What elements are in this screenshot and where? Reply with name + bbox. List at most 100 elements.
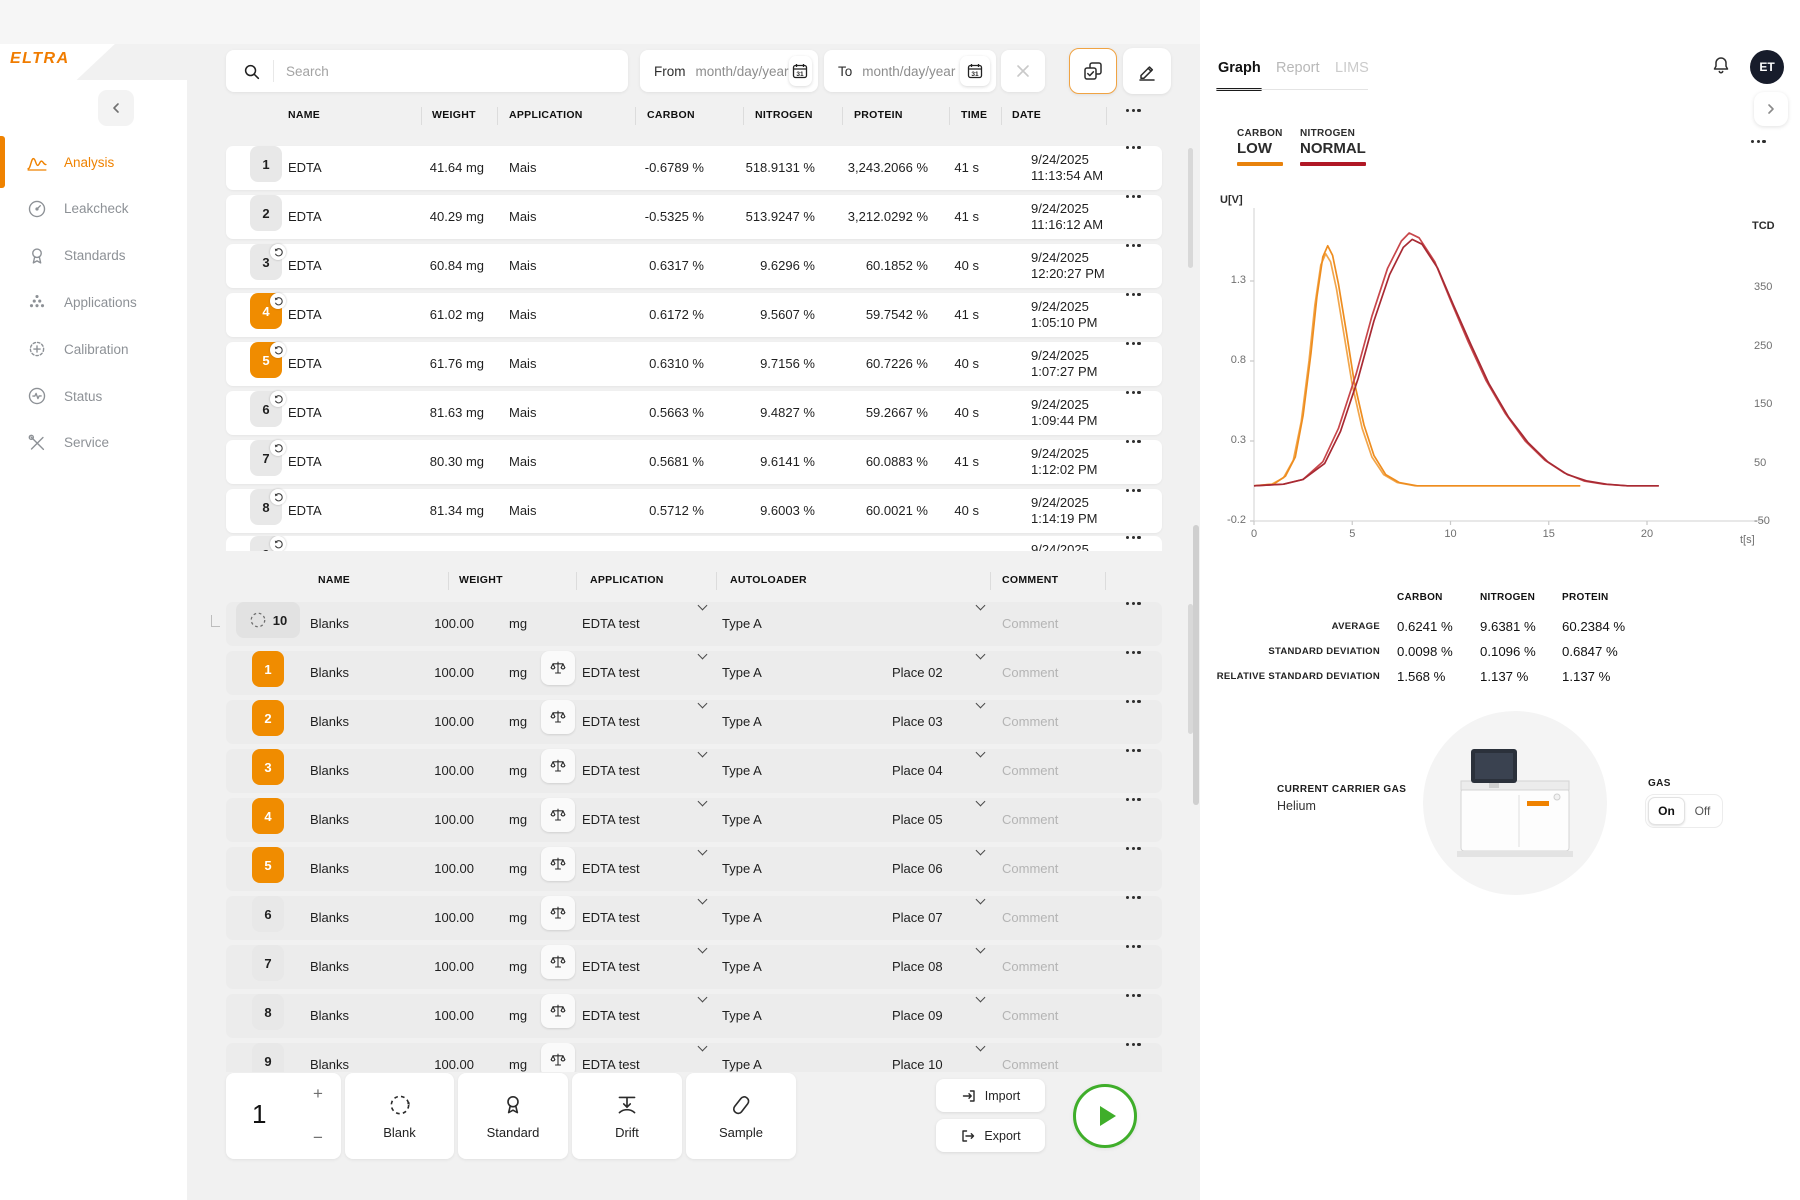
chevron-down-icon[interactable] <box>976 895 986 905</box>
chevron-down-icon[interactable] <box>976 797 986 807</box>
queue-row[interactable]: 9 Blanks 100.00 mg EDTA test Type A Plac… <box>226 1043 1162 1072</box>
sidebar-item-leakcheck[interactable]: Leakcheck <box>0 189 187 229</box>
application-select-value[interactable]: EDTA test <box>582 847 640 891</box>
place-select-value[interactable]: Place 06 <box>892 847 943 891</box>
table-row[interactable]: 8 EDTA 81.34 mg Mais 0.5712 % 9.6003 % 6… <box>226 489 1162 533</box>
table-row[interactable]: 7 EDTA 80.30 mg Mais 0.5681 % 9.6141 % 6… <box>226 440 1162 484</box>
chevron-down-icon[interactable] <box>698 944 708 954</box>
comment-input[interactable] <box>1002 756 1117 786</box>
balance-scale-button[interactable] <box>541 749 575 783</box>
date-from-value[interactable]: month/day/year <box>696 64 789 79</box>
place-select-value[interactable]: Place 02 <box>892 651 943 695</box>
comment-input[interactable] <box>1002 952 1117 982</box>
sample-counter-stepper[interactable]: 1 + − <box>226 1073 341 1159</box>
gas-off-button[interactable]: Off <box>1685 797 1720 825</box>
application-select-value[interactable]: EDTA test <box>582 1043 640 1072</box>
queue-row[interactable]: 7 Blanks 100.00 mg EDTA test Type A Plac… <box>226 945 1162 989</box>
tab-report[interactable]: Report <box>1276 60 1320 76</box>
application-select-value[interactable]: EDTA test <box>582 994 640 1038</box>
row-menu-icon[interactable] <box>1126 700 1141 703</box>
row-menu-icon[interactable] <box>1126 798 1141 801</box>
chevron-down-icon[interactable] <box>698 650 708 660</box>
chevron-down-icon[interactable] <box>698 797 708 807</box>
queue-number-badge[interactable]: 1 <box>252 651 284 687</box>
chevron-down-icon[interactable] <box>976 699 986 709</box>
place-select-value[interactable]: Place 10 <box>892 1043 943 1072</box>
table-row[interactable]: 1 EDTA 41.64 mg Mais -0.6789 % 518.9131 … <box>226 146 1162 190</box>
sidebar-item-status[interactable]: Status <box>0 376 187 416</box>
panel-collapse-button[interactable] <box>1754 92 1788 126</box>
row-menu-icon[interactable] <box>1126 146 1141 149</box>
queue-row[interactable]: 6 Blanks 100.00 mg EDTA test Type A Plac… <box>226 896 1162 940</box>
date-from-field[interactable]: From month/day/year 31 <box>640 50 818 92</box>
sidebar-collapse-button[interactable] <box>98 90 134 126</box>
clear-filter-button[interactable] <box>1001 50 1045 92</box>
date-to-value[interactable]: month/day/year <box>862 64 960 79</box>
balance-scale-button[interactable] <box>541 798 575 832</box>
search-bar[interactable] <box>226 50 628 92</box>
row-menu-icon[interactable] <box>1126 602 1141 605</box>
chevron-down-icon[interactable] <box>976 601 986 611</box>
results-scrollbar[interactable] <box>1188 148 1193 268</box>
date-to-field[interactable]: To month/day/year 31 <box>824 50 996 92</box>
autoloader-select-value[interactable]: Type A <box>722 602 762 646</box>
chevron-down-icon[interactable] <box>698 1043 708 1051</box>
chevron-down-icon[interactable] <box>698 699 708 709</box>
table-row[interactable]: 6 EDTA 81.63 mg Mais 0.5663 % 9.4827 % 5… <box>226 391 1162 435</box>
sidebar-item-calibration[interactable]: Calibration <box>0 329 187 369</box>
application-select-value[interactable]: EDTA test <box>582 945 640 989</box>
sidebar-item-standards[interactable]: Standards <box>0 236 187 276</box>
chevron-down-icon[interactable] <box>698 895 708 905</box>
queue-number-badge[interactable]: 2 <box>252 700 284 736</box>
application-select-value[interactable]: EDTA test <box>582 896 640 940</box>
row-menu-icon[interactable] <box>1126 847 1141 850</box>
comment-input[interactable] <box>1002 805 1117 835</box>
queue-number-badge[interactable]: 8 <box>252 994 284 1030</box>
balance-scale-button[interactable] <box>541 847 575 881</box>
application-select-value[interactable]: EDTA test <box>582 651 640 695</box>
application-select-value[interactable]: EDTA test <box>582 602 640 646</box>
chevron-down-icon[interactable] <box>976 1043 986 1051</box>
sidebar-item-analysis[interactable]: Analysis <box>0 142 187 182</box>
sample-button[interactable]: Sample <box>686 1073 796 1159</box>
group-counter-badge[interactable]: 10 <box>236 602 300 638</box>
user-avatar[interactable]: ET <box>1750 50 1784 84</box>
decrement-button[interactable]: − <box>305 1125 331 1151</box>
comment-input[interactable] <box>1002 609 1117 639</box>
comment-input[interactable] <box>1002 903 1117 933</box>
start-analysis-button[interactable] <box>1073 1084 1137 1148</box>
row-menu-icon[interactable] <box>1126 440 1141 443</box>
chevron-down-icon[interactable] <box>698 846 708 856</box>
chevron-down-icon[interactable] <box>698 748 708 758</box>
balance-scale-button[interactable] <box>541 945 575 979</box>
table-row[interactable]: 9 EDTA 9/24/2025 <box>226 536 1162 551</box>
queue-row[interactable]: 8 Blanks 100.00 mg EDTA test Type A Plac… <box>226 994 1162 1038</box>
place-select-value[interactable]: Place 09 <box>892 994 943 1038</box>
graph-menu-icon[interactable] <box>1751 140 1766 143</box>
row-number-badge[interactable]: 1 <box>250 146 282 182</box>
place-select-value[interactable]: Place 04 <box>892 749 943 793</box>
signature-button[interactable] <box>1123 48 1171 94</box>
application-select-value[interactable]: EDTA test <box>582 749 640 793</box>
queue-number-badge[interactable]: 4 <box>252 798 284 834</box>
queue-number-badge[interactable]: 3 <box>252 749 284 785</box>
table-row[interactable]: 2 EDTA 40.29 mg Mais -0.5325 % 513.9247 … <box>226 195 1162 239</box>
comment-input[interactable] <box>1002 1001 1117 1031</box>
row-menu-icon[interactable] <box>1126 536 1141 539</box>
panel-scrollbar[interactable] <box>1193 525 1199 805</box>
calendar-icon[interactable]: 31 <box>960 56 990 86</box>
tab-lims[interactable]: LIMS <box>1335 60 1369 76</box>
sidebar-item-applications[interactable]: Applications <box>0 282 187 322</box>
queue-number-badge[interactable]: 6 <box>252 896 284 932</box>
drift-button[interactable]: Drift <box>572 1073 682 1159</box>
row-menu-icon[interactable] <box>1126 293 1141 296</box>
multi-select-button[interactable] <box>1069 48 1117 94</box>
notifications-button[interactable] <box>1709 53 1733 79</box>
row-menu-icon[interactable] <box>1126 244 1141 247</box>
queue-row[interactable]: 1 Blanks 100.00 mg EDTA test Type A Plac… <box>226 651 1162 695</box>
chevron-down-icon[interactable] <box>976 944 986 954</box>
place-select-value[interactable]: Place 07 <box>892 896 943 940</box>
row-menu-icon[interactable] <box>1126 994 1141 997</box>
chevron-down-icon[interactable] <box>698 601 708 611</box>
comment-input[interactable] <box>1002 707 1117 737</box>
